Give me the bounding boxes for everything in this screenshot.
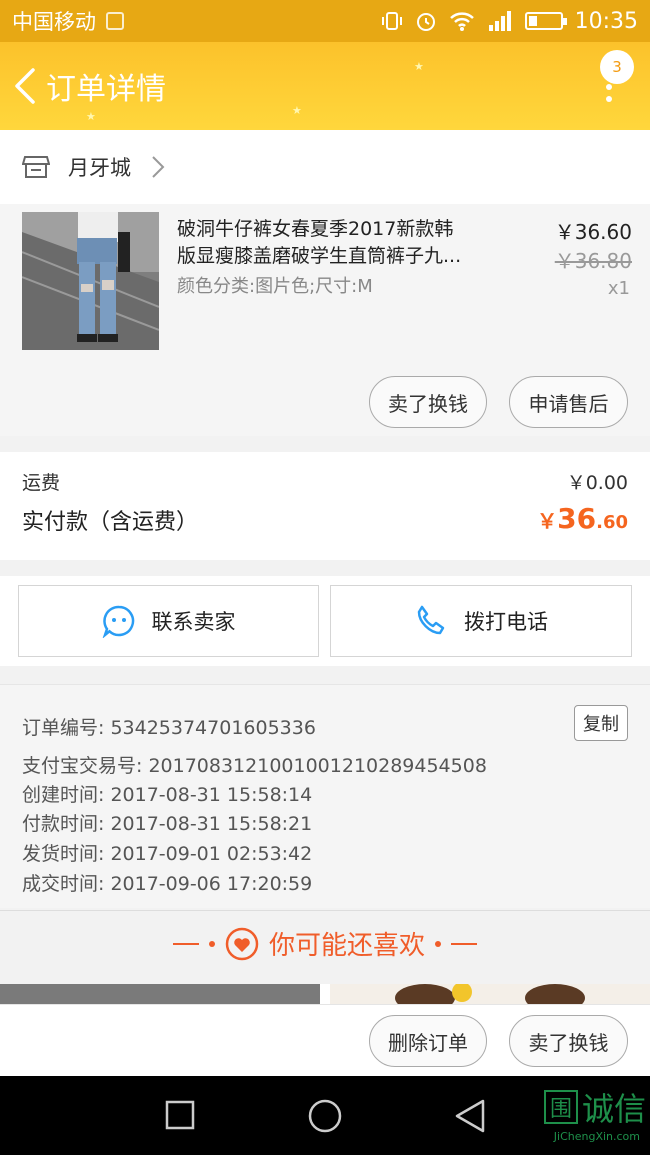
product-title-line2: 版显瘦膝盖磨破学生直筒裤子九...: [177, 245, 462, 267]
back-nav-icon[interactable]: [453, 1098, 487, 1134]
product-quantity: x1: [607, 278, 630, 299]
clock: 10:35: [574, 8, 638, 34]
paid-label: 实付款（含运费）: [22, 510, 199, 535]
product-item: 破洞牛仔裤女春夏季2017新款韩 版显瘦膝盖磨破学生直筒裤子九... 颜色分类:…: [0, 204, 650, 436]
paid-decimal: .60: [596, 512, 628, 533]
chevron-right-icon: [152, 156, 165, 178]
vibrate-icon: [381, 12, 402, 30]
image-notification-icon: [106, 12, 124, 30]
product-title[interactable]: 破洞牛仔裤女春夏季2017新款韩 版显瘦膝盖磨破学生直筒裤子九...: [177, 216, 507, 270]
app-header: ★ ★ ★ 订单详情 3: [0, 42, 650, 130]
alarm-icon: [416, 13, 435, 31]
phone-icon: [417, 605, 445, 635]
divider-dot: [435, 940, 441, 947]
status-icons: 10:35: [381, 9, 638, 34]
divider-left: [172, 942, 199, 945]
contact-section: 联系卖家 拨打电话: [0, 576, 650, 666]
divider-dot: [208, 940, 215, 947]
recommend-title: 你可能还喜欢: [268, 931, 425, 961]
paid-currency: ￥: [537, 509, 558, 533]
recommend-header: 你可能还喜欢: [0, 910, 650, 976]
watermark: 围 诚信 JiChengXin.com: [543, 1084, 646, 1143]
shop-row[interactable]: 月牙城: [0, 130, 650, 204]
recommend-images: [0, 984, 650, 1006]
shipping-value: ￥0.00: [566, 472, 628, 494]
bottom-action-bar: 删除订单 卖了换钱: [0, 1004, 650, 1076]
after-sale-button[interactable]: 申请售后: [509, 376, 628, 428]
product-price: ￥36.60: [554, 220, 632, 244]
product-thumbnail[interactable]: [22, 212, 159, 350]
paid-time: 付款时间: 2017-08-31 15:58:21: [22, 813, 313, 835]
paid-amount: ￥36.60: [537, 502, 628, 535]
copy-button[interactable]: 复制: [574, 705, 628, 741]
battery-icon: [524, 12, 567, 30]
created-time: 创建时间: 2017-08-31 15:58:14: [22, 784, 313, 806]
back-icon[interactable]: [4, 42, 44, 130]
heart-icon: [225, 927, 259, 960]
system-nav-bar: 围 诚信 JiChengXin.com: [0, 1076, 650, 1155]
wifi-icon: [449, 12, 474, 31]
call-phone-button[interactable]: 拨打电话: [330, 585, 632, 657]
chat-face-icon: [102, 605, 134, 638]
order-number: 订单编号: 53425374701605336: [22, 717, 316, 739]
notification-badge: 3: [600, 50, 634, 84]
recommend-image[interactable]: [0, 984, 320, 1006]
shop-icon: [22, 156, 50, 178]
shop-name: 月牙城: [68, 156, 131, 180]
order-info: 订单编号: 53425374701605336 复制 支付宝交易号: 20170…: [0, 684, 650, 908]
watermark-text: 诚信: [581, 1090, 646, 1128]
watermark-domain: JiChengXin.com: [553, 1130, 640, 1143]
product-original-price: ￥36.80: [554, 249, 632, 273]
sell-for-cash-button[interactable]: 卖了换钱: [369, 376, 487, 428]
shipped-time: 发货时间: 2017-09-01 02:53:42: [22, 843, 313, 865]
contact-seller-button[interactable]: 联系卖家: [18, 585, 319, 657]
contact-seller-label: 联系卖家: [151, 610, 236, 634]
delete-order-button[interactable]: 删除订单: [369, 1015, 487, 1067]
recommend-image[interactable]: [330, 984, 650, 1006]
product-title-line1: 破洞牛仔裤女春夏季2017新款韩: [177, 218, 454, 240]
carrier-name: 中国移动: [12, 10, 96, 34]
alipay-trade-number: 支付宝交易号: 2017083121001001210289454508: [22, 755, 487, 777]
watermark-logo: 围: [543, 1090, 578, 1124]
status-bar: 中国移动 10:35: [0, 0, 650, 42]
shipping-label: 运费: [22, 472, 61, 494]
recent-apps-icon[interactable]: [165, 1100, 195, 1130]
home-icon[interactable]: [307, 1098, 343, 1134]
sell-for-cash-bottom-button[interactable]: 卖了换钱: [509, 1015, 628, 1067]
page-title: 订单详情: [46, 72, 166, 107]
payment-summary: 运费 ￥0.00 实付款（含运费） ￥36.60: [0, 452, 650, 560]
signal-icon: [488, 11, 511, 31]
completed-time: 成交时间: 2017-09-06 17:20:59: [22, 873, 313, 895]
product-spec: 颜色分类:图片色;尺寸:M: [177, 276, 373, 297]
call-phone-label: 拨打电话: [464, 610, 548, 634]
paid-integer: 36: [557, 502, 597, 535]
divider-right: [451, 942, 477, 945]
